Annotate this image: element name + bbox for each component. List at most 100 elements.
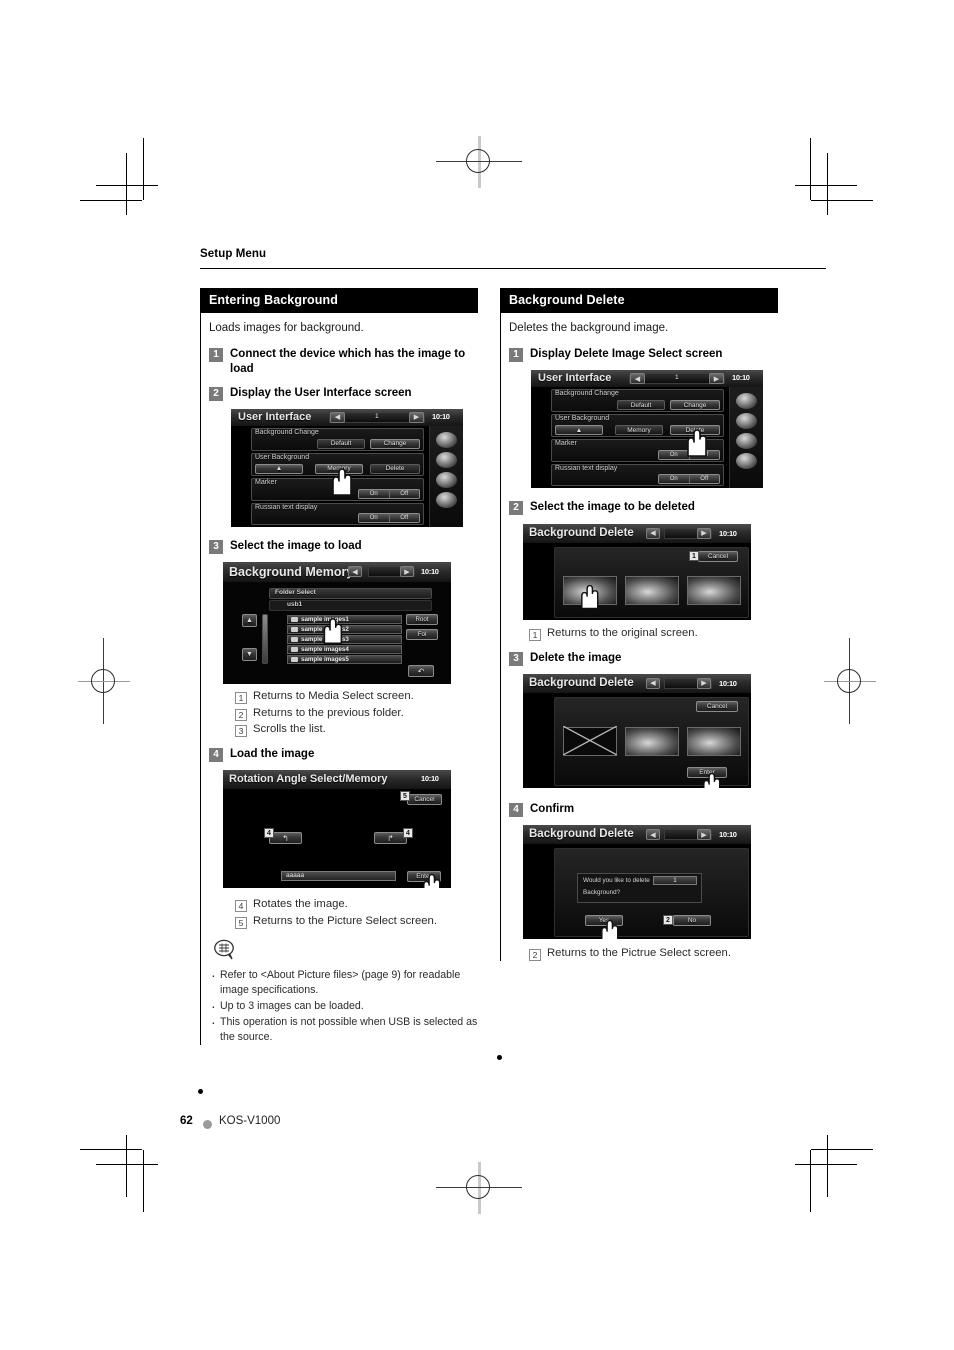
button-default[interactable]: Default: [317, 438, 365, 449]
button-root[interactable]: Root: [406, 614, 438, 626]
step-text: Select the image to be deleted: [530, 501, 695, 514]
cancel-button[interactable]: Cancel: [407, 794, 442, 806]
clock: 10:10: [421, 774, 439, 784]
toggle-off-option[interactable]: Off: [689, 475, 719, 484]
source-icon-2[interactable]: [436, 451, 457, 468]
prev-page-icon[interactable]: ◀: [348, 566, 362, 578]
clock: 10:10: [432, 411, 450, 421]
toggle-off-option[interactable]: Off: [689, 451, 719, 460]
list-item[interactable]: sample images5: [287, 655, 402, 665]
reference-row: 3 Scrolls the list.: [235, 723, 478, 738]
clock: 10:10: [719, 528, 737, 538]
callout-badge-no: 2: [663, 915, 673, 926]
next-page-icon[interactable]: ▶: [400, 566, 414, 578]
reference-list-step4-right: 2 Returns to the Pictrue Select screen.: [529, 947, 778, 962]
reference-text: Returns to the Picture Select screen.: [253, 914, 437, 927]
background-thumbnail-1[interactable]: [563, 575, 617, 605]
step-1-display-delete-image-select: 1 Display Delete Image Select screen: [509, 347, 778, 362]
button-delete[interactable]: Delete: [670, 425, 720, 436]
no-button[interactable]: No: [673, 915, 711, 927]
header-rule: [200, 268, 826, 270]
toggle-russian-text[interactable]: On Off: [358, 512, 420, 523]
background-thumbnail-1-marked-for-delete[interactable]: [562, 726, 617, 756]
button-change[interactable]: Change: [370, 438, 420, 449]
background-thumb-selector[interactable]: ▲: [555, 425, 603, 436]
source-icon-4[interactable]: [436, 491, 457, 508]
source-icon-3[interactable]: [436, 471, 457, 488]
enter-button[interactable]: Enter: [407, 871, 441, 883]
model-name: KOS-V1000: [219, 1115, 281, 1127]
section-title-entering-background: Entering Background: [200, 288, 478, 313]
next-page-icon[interactable]: ▶: [709, 373, 724, 385]
callout-badge-rotate-right: 4: [403, 828, 413, 839]
button-memory[interactable]: Memory: [615, 425, 663, 436]
cancel-button[interactable]: Cancel: [698, 550, 738, 562]
step-text: Connect the device which has the image t…: [230, 348, 466, 376]
back-button[interactable]: ↶: [408, 665, 434, 678]
list-item-label: sample images3: [301, 636, 349, 644]
toggle-marker[interactable]: On Off: [358, 488, 420, 499]
button-default[interactable]: Default: [617, 400, 665, 411]
screen-title: User Interface: [238, 410, 312, 423]
toggle-off-option[interactable]: Off: [389, 513, 419, 522]
page-indicator: 1: [675, 374, 679, 382]
reference-list-step2: 1 Returns to the original screen.: [529, 627, 778, 641]
screen-title: User Interface: [538, 372, 612, 385]
button-fol[interactable]: Fol: [406, 629, 438, 641]
button-delete[interactable]: Delete: [370, 463, 420, 474]
button-memory[interactable]: Memory: [315, 463, 363, 474]
toggle-on-option[interactable]: On: [359, 489, 390, 498]
toggle-marker[interactable]: On Off: [658, 450, 720, 461]
reference-row: 5 Returns to the Picture Select screen.: [235, 915, 478, 929]
reference-text: Rotates the image.: [253, 898, 348, 911]
step-text: Load the image: [230, 748, 315, 761]
prev-page-icon[interactable]: ◀: [646, 829, 660, 841]
list-item[interactable]: sample images3: [287, 635, 402, 645]
background-thumbnail-3[interactable]: [687, 726, 741, 756]
next-page-icon[interactable]: ▶: [697, 527, 711, 539]
prev-page-icon[interactable]: ◀: [646, 527, 660, 539]
background-thumbnail-3[interactable]: [687, 575, 741, 605]
step-1-connect-device: 1 Connect the device which has the image…: [209, 347, 478, 378]
cancel-button[interactable]: Cancel: [696, 700, 738, 712]
enter-button[interactable]: Enter: [687, 766, 727, 778]
step-4-load-the-image: 4 Load the image: [209, 747, 478, 763]
toggle-on-option[interactable]: On: [659, 475, 690, 484]
next-page-icon[interactable]: ▶: [409, 411, 424, 423]
list-item[interactable]: sample images1: [287, 615, 402, 625]
next-page-icon[interactable]: ▶: [697, 677, 711, 689]
yes-button[interactable]: Yes: [585, 915, 623, 927]
scroll-up-button[interactable]: ▲: [242, 614, 257, 628]
background-thumbnail-2[interactable]: [625, 575, 679, 605]
step-number: 1: [509, 348, 523, 362]
step-4-confirm: 4 Confirm: [509, 802, 778, 817]
step-number: 3: [509, 651, 523, 666]
background-thumb-selector[interactable]: ▲: [255, 463, 303, 474]
button-change[interactable]: Change: [670, 400, 720, 411]
footer-bullet-icon: [203, 1120, 212, 1129]
reference-number: 5: [235, 916, 247, 929]
label-russian-text-display: Russian text display: [555, 465, 618, 473]
next-page-icon[interactable]: ▶: [697, 829, 711, 841]
screen-title: Background Delete: [529, 828, 634, 841]
reference-text: Returns to the Pictrue Select screen.: [547, 947, 731, 960]
list-item-label: sample images1: [301, 616, 349, 624]
toggle-russian-text[interactable]: On Off: [658, 474, 720, 485]
list-item[interactable]: sample images2: [287, 625, 402, 635]
toggle-off-option[interactable]: Off: [389, 489, 419, 498]
toggle-on-option[interactable]: On: [359, 513, 390, 522]
callout-badge-cancel: 1: [689, 550, 699, 561]
clock: 10:10: [421, 567, 439, 577]
scrollbar-track[interactable]: [262, 614, 268, 665]
scroll-down-button[interactable]: ▼: [242, 648, 257, 662]
prev-page-icon[interactable]: ◀: [330, 411, 345, 423]
folder-icon: [291, 657, 298, 663]
toggle-on-option[interactable]: On: [659, 451, 690, 460]
prev-page-icon[interactable]: ◀: [630, 373, 645, 385]
source-icon-1[interactable]: [436, 431, 457, 448]
list-item[interactable]: sample images4: [287, 645, 402, 655]
label-user-background: User Background: [555, 415, 610, 423]
background-thumbnail-2[interactable]: [625, 726, 679, 756]
reference-number: 2: [235, 708, 247, 721]
prev-page-icon[interactable]: ◀: [646, 677, 660, 689]
